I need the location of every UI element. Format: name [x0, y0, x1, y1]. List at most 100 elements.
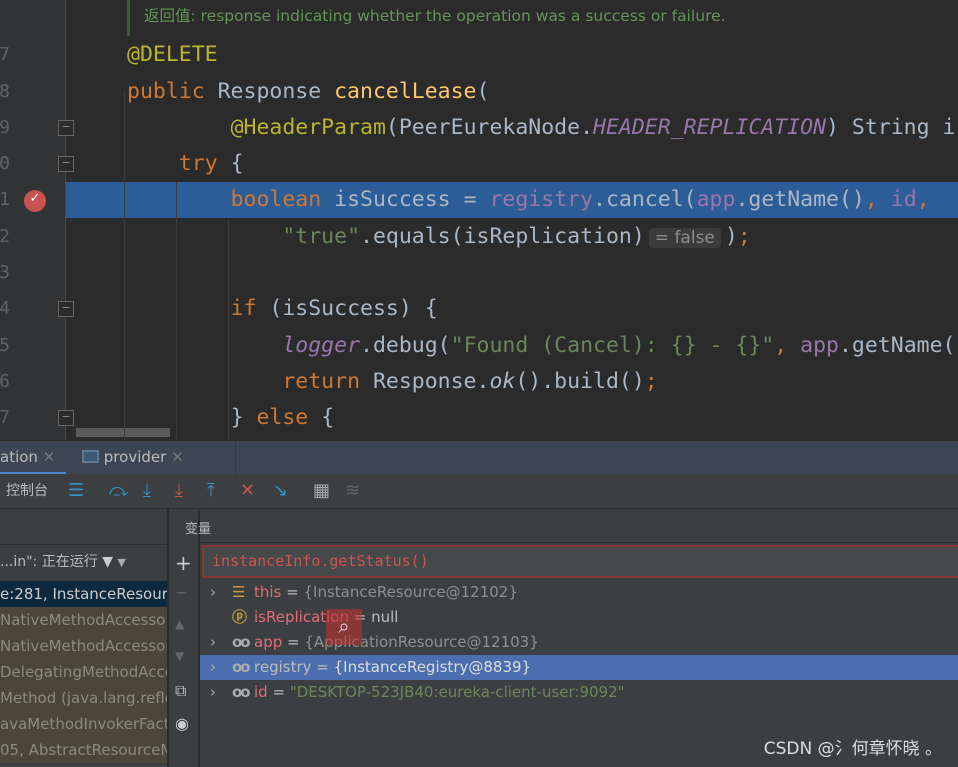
tab-label: provider — [103, 448, 167, 466]
code-token: .getName() — [735, 187, 865, 212]
remove-watch-icon[interactable]: − — [175, 583, 188, 602]
code-token: .getName( — [838, 333, 956, 358]
variable-name: this — [254, 583, 282, 601]
fold-icon[interactable]: − — [58, 120, 74, 136]
watermark: CSDN @氵何章怀晓 。 — [763, 739, 942, 759]
step-out-icon[interactable]: ⤒ — [207, 480, 215, 502]
horizontal-scrollbar[interactable] — [76, 428, 170, 437]
stack-frame[interactable]: e:281, InstanceResource — [0, 581, 167, 607]
variable-row[interactable]: ⓟisReplication = null — [200, 605, 958, 630]
execution-line: boolean isSuccess = registry.cancel(app.… — [66, 182, 958, 218]
drop-frame-icon[interactable]: ✕ — [240, 480, 255, 502]
force-step-into-icon[interactable]: ⤓ — [175, 480, 183, 502]
stack-frame[interactable]: Method (java.lang.refle — [0, 685, 167, 711]
move-up-icon[interactable]: ▲ — [175, 617, 184, 631]
close-icon[interactable]: ✕ — [43, 448, 56, 466]
code-token: try — [178, 151, 231, 176]
variables-panel: 变量 instanceInfo.getStatus() › ☰ this = {In… — [185, 509, 958, 767]
console-tab[interactable]: 控制台 — [6, 480, 48, 502]
watch-expression-input[interactable]: instanceInfo.getStatus() — [202, 545, 958, 578]
evaluate-expression-icon[interactable]: ▦ — [313, 480, 330, 502]
variable-row[interactable]: › oo app = {ApplicationResource@12103} — [200, 630, 958, 655]
duplicate-watch-icon[interactable]: ⧉ — [175, 681, 186, 701]
code-token: registry — [489, 187, 594, 212]
variable-row[interactable]: › ☰ this = {InstanceResource@12102} — [200, 580, 958, 605]
stack-frame[interactable]: NativeMethodAccessor — [0, 633, 167, 659]
indent-guide — [124, 90, 125, 440]
move-down-icon[interactable]: ▼ — [175, 649, 184, 663]
frames-panel: ...in": 正在运行 ▼ ▼ e:281, InstanceResource… — [0, 509, 168, 767]
variable-value: "DESKTOP-523JB40:eureka-client-user:9092… — [289, 683, 625, 701]
line-number: 0 — [0, 153, 10, 174]
variable-row[interactable]: › oo registry = {InstanceRegistry@8839} — [200, 655, 958, 680]
step-over-icon[interactable]: ⤓ — [143, 480, 151, 502]
close-icon[interactable]: ✕ — [171, 448, 184, 466]
code-token: , — [916, 187, 930, 212]
editor-gutter[interactable]: 7 8 9 0 1 2 3 4 5 6 7 ✓ — [0, 0, 66, 440]
code-line: @HeaderParam(PeerEurekaNode.HEADER_REPLI… — [66, 110, 958, 146]
stack-frame[interactable]: avaMethodInvokerFact — [0, 711, 167, 737]
eye-options-icon[interactable]: ◉ — [175, 714, 189, 733]
code-token: , — [774, 333, 801, 358]
code-token: public — [127, 79, 218, 104]
code-token: , — [864, 187, 891, 212]
debug-tab-bar: ation ✕ provider ✕ — [0, 440, 958, 475]
expand-chevron-icon[interactable]: › — [210, 630, 216, 655]
variables-side-toolbar: + − ▲ ▼ ⧉ ◉ — [169, 509, 199, 767]
code-token: .debug( — [360, 333, 451, 358]
code-editor[interactable]: 7 8 9 0 1 2 3 4 5 6 7 ✓ 返回值: response indicating wh… — [0, 0, 958, 440]
debug-toolbar: 控制台 ☰ ⤼ ⤓ ⤓ ⤒ ✕ ↘ ▦ ≋ — [0, 474, 958, 509]
code-token: ; — [737, 224, 751, 249]
doc-comment: 返回值: response indicating whether the ope… — [127, 0, 726, 36]
breakpoint-icon[interactable]: ✓ — [24, 190, 46, 212]
tab-provider[interactable]: provider ✕ — [82, 441, 184, 475]
search-icon[interactable]: ⌕ — [326, 609, 362, 645]
add-watch-icon[interactable]: + — [175, 551, 192, 575]
tab-application[interactable]: ation ✕ — [0, 441, 66, 475]
thread-selector[interactable]: ...in": 正在运行 ▼ ▼ — [0, 551, 126, 571]
code-token: .equals(isReplication) — [360, 224, 645, 249]
code-token: { — [230, 151, 244, 176]
run-to-cursor-icon[interactable]: ↘ — [273, 480, 288, 502]
show-execution-point-icon[interactable]: ⤼ — [109, 480, 128, 502]
code-token: (isSuccess) { — [269, 296, 438, 321]
watch-glasses-icon: oo — [232, 683, 251, 701]
fold-icon[interactable]: − — [58, 156, 74, 172]
code-token: return — [282, 369, 373, 394]
field-list-icon: ☰ — [232, 583, 246, 601]
stack-frame[interactable]: NativeMethodAccesso — [0, 607, 167, 633]
code-token: { — [321, 405, 335, 430]
variable-value: {InstanceResource@12102} — [303, 583, 518, 601]
code-token: else — [256, 405, 322, 430]
code-token: ; — [644, 369, 658, 394]
fold-icon[interactable]: − — [58, 301, 74, 317]
code-token: } — [230, 405, 257, 430]
variable-value: null — [371, 608, 399, 626]
code-token: ( — [476, 79, 490, 104]
fold-icon[interactable]: − — [58, 410, 74, 426]
code-token: ok — [489, 369, 516, 394]
expand-chevron-icon[interactable]: › — [210, 580, 216, 605]
frames-list-icon[interactable]: ☰ — [68, 480, 84, 502]
code-token: logger — [282, 333, 361, 358]
variables-header: 变量 — [185, 522, 212, 537]
code-line: if (isSuccess) { — [66, 291, 958, 327]
stack-frame[interactable]: 05, AbstractResourceM — [0, 737, 167, 763]
filter-icon[interactable]: ▼ — [102, 554, 113, 570]
code-line: @DELETE — [66, 37, 958, 73]
chevron-down-icon[interactable]: ▼ — [117, 556, 125, 569]
expand-chevron-icon[interactable]: › — [210, 680, 216, 705]
code-line: "true".equals(isReplication) = false); — [66, 219, 958, 255]
code-token: app — [696, 187, 736, 212]
variable-row[interactable]: › oo id = "DESKTOP-523JB40:eureka-client-u… — [200, 680, 958, 705]
code-token: if — [230, 296, 270, 321]
expand-chevron-icon[interactable]: › — [210, 655, 216, 680]
code-token: app — [800, 333, 839, 358]
trace-stream-icon[interactable]: ≋ — [345, 480, 360, 502]
stack-frame[interactable]: DelegatingMethodAcce — [0, 659, 167, 685]
code-line: logger.debug("Found (Cancel): {} - {}", … — [66, 328, 958, 364]
code-token: id — [890, 187, 917, 212]
